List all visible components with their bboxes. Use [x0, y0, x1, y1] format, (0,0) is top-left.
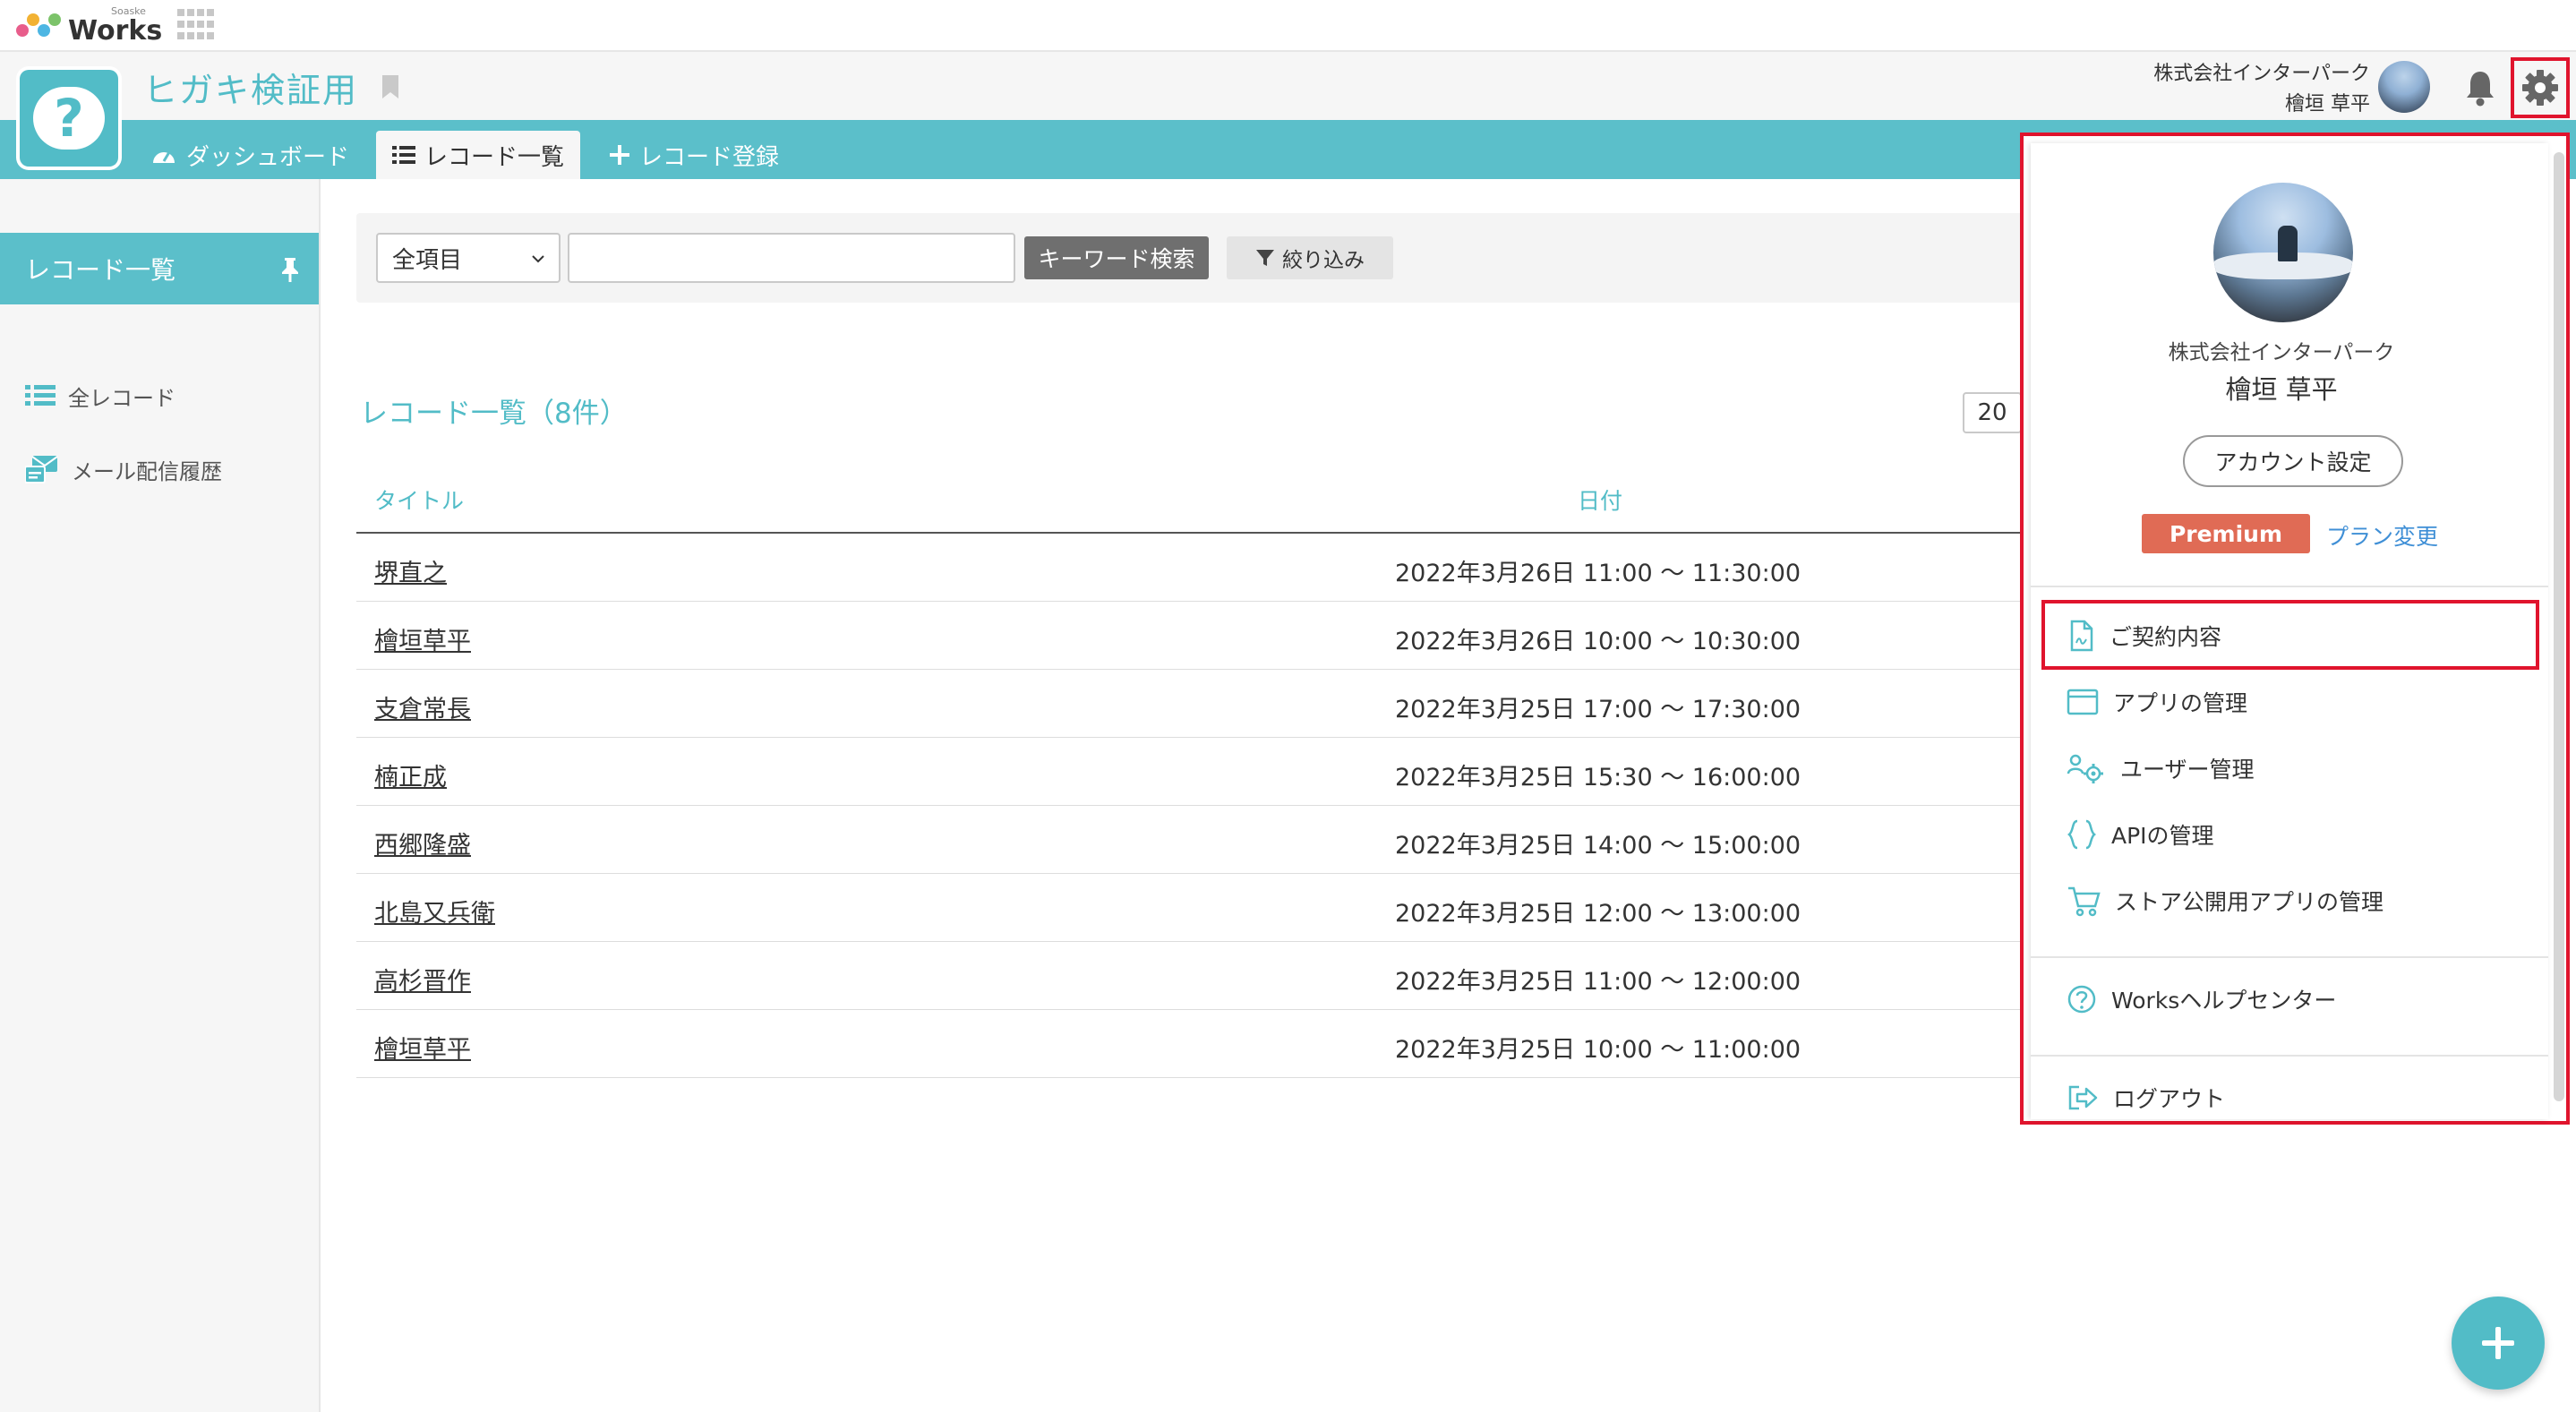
record-title-link[interactable]: 西郷隆盛	[374, 826, 471, 860]
sidebar-header-label: レコード一覧	[25, 255, 176, 285]
avatar[interactable]	[2378, 61, 2430, 113]
dashboard-icon	[153, 151, 175, 163]
menu-item-store-app-management[interactable]: ストア公開用アプリの管理	[2067, 879, 2383, 922]
user-info[interactable]: 株式会社インターパーク 檜垣 草平	[2153, 59, 2370, 120]
sidebar-item-all-records[interactable]: 全レコード	[25, 378, 175, 414]
record-title-link[interactable]: 北島又兵衛	[374, 894, 495, 928]
gear-icon	[2522, 70, 2558, 106]
tab-record-register[interactable]: レコード登録	[593, 131, 795, 179]
app-grid-icon[interactable]	[177, 9, 214, 41]
chevron-down-icon	[532, 255, 544, 263]
list-icon	[392, 146, 415, 164]
column-title[interactable]: タイトル	[374, 484, 464, 516]
menu-item-contract[interactable]: ご契約内容	[2067, 614, 2221, 657]
menu-item-user-management[interactable]: ユーザー管理	[2067, 747, 2255, 790]
menu-item-help-center[interactable]: Worksヘルプセンター	[2067, 978, 2336, 1021]
settings-dropdown: 株式会社インターパーク 檜垣 草平 アカウント設定 Premium プラン変更 …	[2020, 133, 2570, 1125]
logout-icon	[2068, 1085, 2098, 1110]
bell-icon[interactable]	[2462, 68, 2498, 107]
plus-icon	[610, 145, 629, 165]
record-title-link[interactable]: 檜垣草平	[374, 621, 471, 656]
help-circle-icon	[2067, 985, 2096, 1014]
divider	[2031, 1055, 2548, 1057]
mail-history-icon	[25, 456, 58, 484]
per-page-select[interactable]: 20	[1963, 392, 2022, 433]
record-date: 2022年3月25日 15:30 〜 16:00:00	[1395, 764, 1801, 792]
menu-item-label: ご契約内容	[2110, 624, 2222, 650]
record-date: 2022年3月26日 10:00 〜 10:30:00	[1395, 628, 1801, 655]
dropdown-user-name: 檜垣 草平	[2225, 374, 2338, 405]
add-record-fab[interactable]	[2452, 1296, 2545, 1390]
works-logo-mark	[14, 8, 64, 44]
users-gear-icon	[2067, 754, 2103, 783]
column-date[interactable]: 日付	[1578, 484, 1622, 516]
profile-avatar	[2213, 183, 2353, 322]
sidebar: レコード一覧 全レコード メール配信履歴	[0, 179, 321, 1412]
record-date: 2022年3月25日 11:00 〜 12:00:00	[1395, 968, 1801, 996]
record-list-heading: レコード一覧（8件）	[360, 398, 628, 430]
premium-badge: Premium	[2142, 514, 2310, 553]
tab-record-list-label: レコード一覧	[424, 143, 565, 171]
cart-icon	[2068, 886, 2101, 917]
works-logo[interactable]: Soaske Works	[14, 5, 162, 47]
sidebar-header: レコード一覧	[0, 233, 319, 304]
settings-button[interactable]	[2511, 57, 2570, 118]
app-title: ヒガキ検証用	[143, 71, 359, 110]
record-date: 2022年3月26日 11:00 〜 11:30:00	[1395, 560, 1801, 587]
brand-name: Works	[68, 15, 163, 47]
tab-record-list[interactable]: レコード一覧	[376, 131, 581, 179]
tab-dashboard[interactable]: ダッシュボード	[134, 131, 365, 179]
record-title-link[interactable]: 支倉常長	[374, 689, 471, 724]
plan-change-link[interactable]: プラン変更	[2326, 519, 2438, 552]
sidebar-item-label: 全レコード	[68, 385, 175, 411]
dropdown-company: 株式会社インターパーク	[2168, 341, 2395, 364]
menu-item-app-management[interactable]: アプリの管理	[2067, 680, 2247, 723]
app-question-icon: ?	[20, 70, 118, 167]
sidebar-item-label: メール配信履歴	[72, 458, 222, 484]
dropdown-scrollbar[interactable]	[2554, 152, 2564, 1101]
filter-icon	[1256, 250, 1274, 266]
record-title-link[interactable]: 堺直之	[374, 553, 447, 588]
keyword-input[interactable]	[568, 233, 1015, 283]
record-date: 2022年3月25日 14:00 〜 15:00:00	[1395, 832, 1801, 860]
menu-item-label: Worksヘルプセンター	[2111, 988, 2337, 1014]
menu-item-label: ログアウト	[2113, 1086, 2226, 1112]
user-company: 株式会社インターパーク	[2153, 63, 2370, 85]
record-title-link[interactable]: 高杉晋作	[374, 962, 471, 997]
divider	[2031, 956, 2548, 958]
menu-item-logout[interactable]: ログアウト	[2067, 1076, 2225, 1119]
filter-button-label: 絞り込み	[1282, 249, 1365, 272]
menu-item-label: APIの管理	[2111, 823, 2214, 849]
field-select-value: 全項目	[392, 246, 463, 274]
menu-item-label: ユーザー管理	[2120, 757, 2255, 783]
plus-icon	[2482, 1327, 2514, 1359]
record-date: 2022年3月25日 12:00 〜 13:00:00	[1395, 900, 1801, 928]
field-select[interactable]: 全項目	[376, 233, 561, 283]
menu-item-label: ストア公開用アプリの管理	[2115, 889, 2384, 915]
record-date: 2022年3月25日 10:00 〜 11:00:00	[1395, 1036, 1801, 1064]
user-name: 檜垣 草平	[2285, 93, 2370, 116]
menu-item-api-management[interactable]: APIの管理	[2067, 813, 2214, 856]
filter-button[interactable]: 絞り込み	[1227, 236, 1393, 279]
tab-dashboard-label: ダッシュボード	[186, 143, 350, 171]
settings-dropdown-panel: 株式会社インターパーク 檜垣 草平 アカウント設定 Premium プラン変更 …	[2031, 143, 2564, 1119]
account-settings-button[interactable]: アカウント設定	[2183, 435, 2403, 487]
divider	[2031, 586, 2548, 587]
braces-icon	[2067, 819, 2096, 850]
top-bar: Soaske Works	[0, 0, 2576, 52]
tab-record-register-label: レコード登録	[639, 143, 780, 171]
app-window-icon	[2067, 689, 2099, 715]
pin-icon[interactable]	[278, 256, 303, 283]
record-title-link[interactable]: 楠正成	[374, 757, 447, 792]
record-date: 2022年3月25日 17:00 〜 17:30:00	[1395, 696, 1801, 723]
list-icon	[25, 385, 56, 406]
sidebar-item-mail-history[interactable]: メール配信履歴	[25, 451, 222, 487]
keyword-search-button[interactable]: キーワード検索	[1024, 236, 1209, 279]
contract-icon	[2070, 620, 2093, 652]
menu-item-label: アプリの管理	[2113, 690, 2248, 716]
bookmark-icon[interactable]	[380, 73, 401, 100]
record-title-link[interactable]: 檜垣草平	[374, 1030, 471, 1065]
